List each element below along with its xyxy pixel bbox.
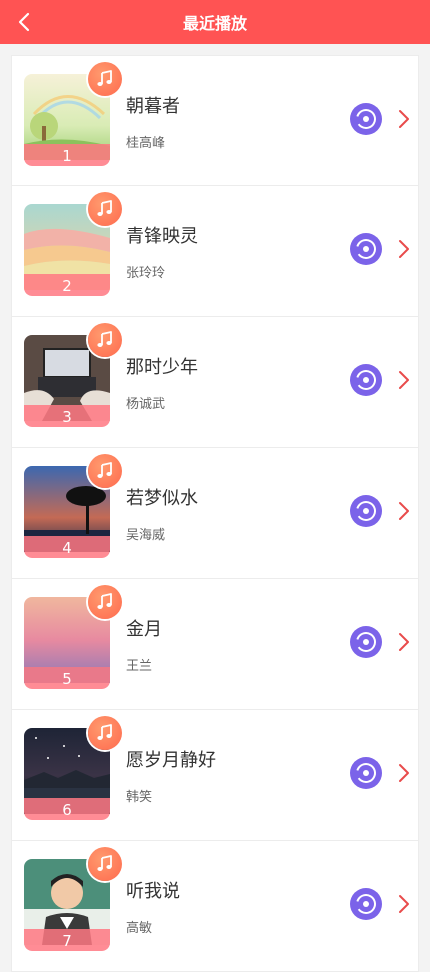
artist-name: 桂高峰 [126,136,166,151]
chevron-left-icon [18,12,30,32]
rank-number: 4 [62,539,72,557]
back-button[interactable] [8,6,40,38]
play-disc-button[interactable] [350,233,382,265]
artist-name: 王兰 [126,659,153,674]
chevron-right-icon[interactable] [394,108,414,130]
play-disc-button[interactable] [350,626,382,658]
rank-number: 3 [62,408,72,426]
list-item[interactable]: 2 青锋映灵 张玲玲 [11,186,419,317]
recent-play-list: 1 朝暮者 桂高峰 2 青锋映灵 张玲玲 3 那时少年 杨诚武 4 若梦似水 吴… [11,55,419,972]
artist-name: 韩笑 [126,790,153,805]
disc-icon [356,501,376,521]
music-note-icon [88,585,122,619]
rank-number: 7 [62,932,72,950]
music-note-icon [88,192,122,226]
list-item[interactable]: 6 愿岁月静好 韩笑 [11,710,419,841]
chevron-right-icon[interactable] [394,762,414,784]
play-disc-button[interactable] [350,495,382,527]
music-note-icon [88,454,122,488]
song-title: 若梦似水 [126,488,198,509]
rank-number: 6 [62,801,72,819]
play-disc-button[interactable] [350,103,382,135]
music-note-icon [88,847,122,881]
artist-name: 高敏 [126,921,153,936]
rank-number: 5 [62,670,72,688]
song-title: 听我说 [126,881,180,902]
song-title: 金月 [126,619,162,640]
page-title: 最近播放 [182,14,247,33]
chevron-right-icon[interactable] [394,893,414,915]
disc-icon [356,894,376,914]
play-disc-button[interactable] [350,364,382,396]
disc-icon [356,370,376,390]
play-disc-button[interactable] [350,757,382,789]
chevron-right-icon[interactable] [394,500,414,522]
artist-name: 吴海威 [126,528,166,543]
chevron-right-icon[interactable] [394,238,414,260]
list-item[interactable]: 1 朝暮者 桂高峰 [11,55,419,186]
list-item[interactable]: 4 若梦似水 吴海威 [11,448,419,579]
song-title: 愿岁月静好 [126,750,216,771]
list-item[interactable]: 7 听我说 高敏 [11,841,419,972]
song-title: 那时少年 [126,357,198,378]
music-note-icon [88,716,122,750]
chevron-right-icon[interactable] [394,369,414,391]
play-disc-button[interactable] [350,888,382,920]
music-note-icon [88,62,122,96]
artist-name: 杨诚武 [126,397,166,412]
disc-icon [356,109,376,129]
disc-icon [356,239,376,259]
disc-icon [356,632,376,652]
list-item[interactable]: 5 金月 王兰 [11,579,419,710]
app-header: 最近播放 [0,0,430,44]
list-item[interactable]: 3 那时少年 杨诚武 [11,317,419,448]
music-note-icon [88,323,122,357]
artist-name: 张玲玲 [126,266,166,281]
song-title: 青锋映灵 [126,226,198,247]
chevron-right-icon[interactable] [394,631,414,653]
song-title: 朝暮者 [126,96,180,117]
rank-number: 2 [62,277,72,295]
rank-number: 1 [62,147,72,165]
disc-icon [356,763,376,783]
